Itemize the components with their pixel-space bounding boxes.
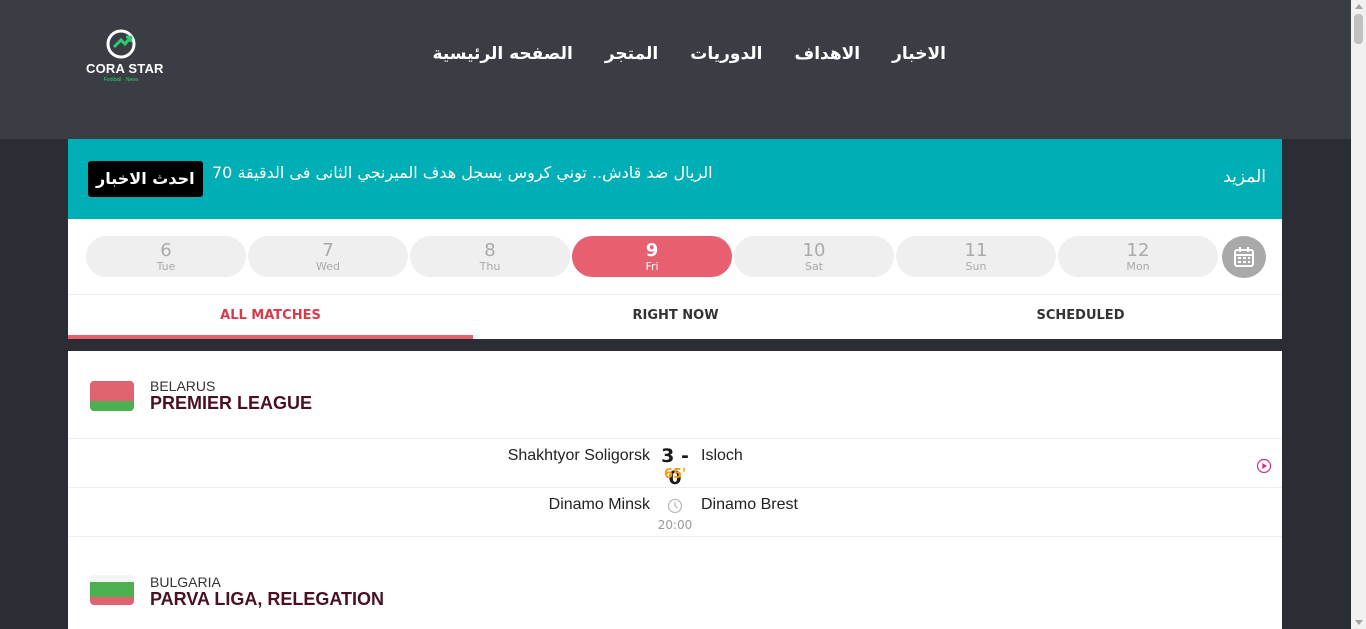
logo-title: CORA STAR xyxy=(86,61,164,76)
league-country: BULGARIA xyxy=(150,574,221,590)
date-day-8[interactable]: 8 Thu xyxy=(410,236,570,277)
match-row[interactable]: Shakhtyor Soligorsk 3 - 0 65' Isloch xyxy=(68,439,1282,489)
match-row[interactable]: Dinamo Minsk 20:00 Dinamo Brest xyxy=(68,488,1282,537)
day-of-week: Mon xyxy=(1126,260,1150,273)
match-minute: 65' xyxy=(663,467,687,482)
date-day-9-active[interactable]: 9 Fri xyxy=(572,236,732,277)
date-day-11[interactable]: 11 Sun xyxy=(896,236,1056,277)
bulgaria-flag-icon xyxy=(90,575,134,605)
day-of-week: Sun xyxy=(965,260,987,273)
away-team: Isloch xyxy=(701,447,743,464)
ticker-headline[interactable]: الريال ضد قادش.. توني كروس يسجل هدف المي… xyxy=(212,163,713,182)
day-number: 6 xyxy=(160,240,172,261)
day-of-week: Fri xyxy=(645,260,659,273)
tab-right-now[interactable]: RIGHT NOW xyxy=(473,295,878,340)
league-header[interactable]: BULGARIA PARVA LIGA, RELEGATION xyxy=(68,537,1282,625)
league-name: PREMIER LEAGUE xyxy=(150,393,313,413)
matches-list: BELARUS PREMIER LEAGUE Shakhtyor Soligor… xyxy=(68,351,1282,629)
tabs-separator xyxy=(68,339,1282,351)
day-number: 11 xyxy=(964,240,988,261)
date-day-7[interactable]: 7 Wed xyxy=(248,236,408,277)
date-selector: 6 Tue 7 Wed 8 Thu 9 Fri 10 Sat 11 Sun 12… xyxy=(68,219,1282,295)
play-icon[interactable] xyxy=(1256,458,1272,474)
home-team: Dinamo Minsk xyxy=(548,496,650,513)
kickoff-time: 20:00 xyxy=(657,518,693,532)
nav-item-leagues[interactable]: الدوريات xyxy=(690,44,762,64)
tab-scheduled[interactable]: SCHEDULED xyxy=(878,295,1283,340)
tab-all-matches[interactable]: ALL MATCHES xyxy=(68,295,473,340)
nav-item-store[interactable]: المتجر xyxy=(605,44,658,64)
day-of-week: Sat xyxy=(804,260,824,273)
logo-subtitle: Football · News xyxy=(103,77,139,83)
nav-item-goals[interactable]: الاهداف xyxy=(794,44,860,64)
ticker-more-link[interactable]: المزيد xyxy=(1223,167,1266,187)
day-number: 9 xyxy=(645,240,659,261)
day-of-week: Tue xyxy=(156,260,176,273)
news-ticker: احدث الاخبار الريال ضد قادش.. توني كروس … xyxy=(68,139,1282,219)
page-scrollbar[interactable] xyxy=(1351,0,1366,629)
main-nav: الاخبار الاهداف الدوريات المتجر الصفحه ا… xyxy=(433,44,946,64)
nav-item-news[interactable]: الاخبار xyxy=(892,44,946,64)
league-name: PARVA LIGA, RELEGATION xyxy=(150,589,385,609)
calendar-button[interactable] xyxy=(1222,236,1266,278)
site-logo[interactable]: CORA STAR Football · News xyxy=(86,28,164,88)
day-number: 7 xyxy=(322,240,334,261)
calendar-icon xyxy=(1234,247,1254,267)
nav-item-home[interactable]: الصفحه الرئيسية xyxy=(433,44,573,64)
home-team: Shakhtyor Soligorsk xyxy=(507,447,650,464)
clock-icon xyxy=(667,498,683,514)
day-number: 8 xyxy=(484,240,496,261)
league-header[interactable]: BELARUS PREMIER LEAGUE xyxy=(68,351,1282,439)
date-day-10[interactable]: 10 Sat xyxy=(734,236,894,277)
match-filter-tabs: ALL MATCHES RIGHT NOW SCHEDULED xyxy=(68,295,1282,340)
main-content: احدث الاخبار الريال ضد قادش.. توني كروس … xyxy=(68,139,1282,629)
day-number: 12 xyxy=(1126,240,1150,261)
day-of-week: Wed xyxy=(316,260,340,273)
scroll-up-arrow-icon[interactable] xyxy=(1355,4,1363,9)
belarus-flag-icon xyxy=(90,381,134,411)
league-country: BELARUS xyxy=(150,378,216,394)
date-day-6[interactable]: 6 Tue xyxy=(86,236,246,277)
date-day-12[interactable]: 12 Mon xyxy=(1058,236,1218,277)
scroll-thumb[interactable] xyxy=(1354,14,1363,44)
day-of-week: Thu xyxy=(479,260,501,273)
latest-news-badge[interactable]: احدث الاخبار xyxy=(88,161,203,197)
scroll-down-arrow-icon[interactable] xyxy=(1355,620,1363,625)
away-team: Dinamo Brest xyxy=(701,496,798,513)
site-header: CORA STAR Football · News الاخبار الاهدا… xyxy=(0,0,1366,139)
logo-ball-icon xyxy=(106,29,136,59)
day-number: 10 xyxy=(802,240,826,261)
